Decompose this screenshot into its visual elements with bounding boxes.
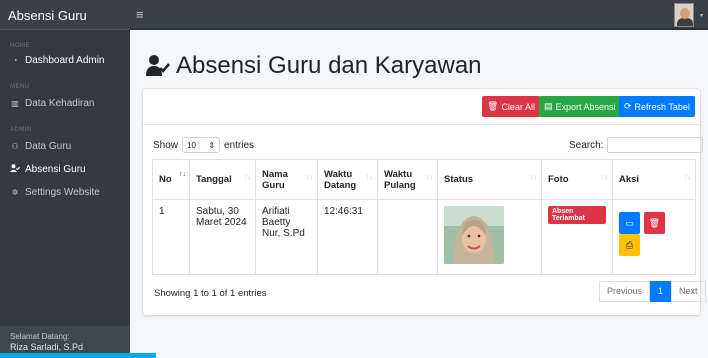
page-1-button[interactable]: 1 <box>650 281 672 302</box>
cell-tanggal: Sabtu, 30 Maret 2024 <box>189 199 256 275</box>
user-name: Riza Sarladi, S.Pd <box>10 342 84 352</box>
status-badge: Absen Terlambat <box>548 206 606 224</box>
cell-foto: Absen Terlambat <box>541 199 613 275</box>
column-header-aksi[interactable]: Aksi ↑↓ <box>612 159 696 200</box>
trash-icon: 🗑 <box>648 218 660 228</box>
gear-icon: ✲ <box>11 188 19 197</box>
cell-aksi: ▭ 🗑 ⎙ <box>612 199 696 275</box>
sort-icon: ↑↓ <box>244 174 251 181</box>
sidebar-item-label: Data Guru <box>25 141 72 152</box>
trash-icon: 🗑 <box>487 101 499 111</box>
select-arrows-icon: ⇕ <box>208 140 216 150</box>
sidebar-item-settings[interactable]: ✲ Settings Website <box>0 183 130 202</box>
column-header-waktu-pulang[interactable]: Waktu Pulang ↑↓ <box>377 159 438 200</box>
refresh-button[interactable]: ⟳ Refresh Tabel <box>619 96 695 117</box>
sort-icon: ↑↓ <box>530 174 537 181</box>
sidebar-footer: Selamat Datang: Riza Sarladi, S.Pd <box>0 326 156 358</box>
sidebar-item-data-guru[interactable]: ⚇ Data Guru <box>0 137 130 156</box>
export-label: Export Absensi <box>555 101 616 112</box>
entries-select[interactable]: 10 ⇕ <box>182 137 221 153</box>
sidebar-item-label: Data Kehadiran <box>25 98 95 109</box>
cell-status <box>437 199 542 275</box>
brand-title[interactable]: Absensi Guru <box>0 0 130 30</box>
attendance-table: No ↑↓ Tanggal ↑↓ Nama Guru ↑↓ Waktu Datang ↑… <box>152 159 696 275</box>
sort-icon: ↑↓ <box>306 174 313 181</box>
welcome-label: Selamat Datang: <box>10 332 70 341</box>
id-card-icon: ▭ <box>625 218 634 228</box>
detail-button[interactable]: ▭ <box>619 212 640 234</box>
user-check-icon <box>146 55 170 77</box>
delete-button[interactable]: 🗑 <box>643 212 665 234</box>
page-title: Absensi Guru dan Karyawan <box>146 52 482 80</box>
card-header: 🗑 Clear All ▤ Export Absensi ⟳ Refresh T… <box>143 89 700 125</box>
previous-button[interactable]: Previous <box>599 281 651 302</box>
sidebar: Absensi Guru HOME ◔ Dashboard Admin MENU… <box>0 0 156 358</box>
entries-label: entries <box>224 139 255 151</box>
sidebar-item-dashboard[interactable]: ◔ Dashboard Admin <box>0 51 130 70</box>
cell-nama: Arifiati Baetty Nur, S.Pd <box>255 199 318 275</box>
show-label: Show <box>153 139 179 151</box>
sidebar-item-data-kehadiran[interactable]: ▥ Data Kehadiran <box>0 94 130 113</box>
pagination: Previous 1 Next <box>599 281 706 302</box>
chart-icon: ▥ <box>11 99 19 108</box>
column-header-tanggal[interactable]: Tanggal ↑↓ <box>189 159 256 200</box>
cell-datang: 12:46:31 <box>317 199 378 275</box>
sidebar-item-label: Settings Website <box>25 187 100 198</box>
export-button[interactable]: ▤ Export Absensi <box>539 96 621 117</box>
dashboard-icon: ◔ <box>12 56 18 65</box>
file-icon: ▤ <box>544 101 553 111</box>
top-navbar: ≡ ▾ <box>130 0 708 30</box>
clear-all-label: Clear All <box>501 101 535 112</box>
search-label: Search: <box>569 139 604 151</box>
table-row: 1 Sabtu, 30 Maret 2024 Arifiati Baetty N… <box>152 199 696 275</box>
sidebar-item-label: Dashboard Admin <box>25 55 105 66</box>
table-info: Showing 1 to 1 of 1 entries <box>154 288 267 299</box>
cell-no: 1 <box>152 199 190 275</box>
next-button[interactable]: Next <box>671 281 706 302</box>
sort-icon: ↑↓ <box>684 174 691 181</box>
printer-icon: ⎙ <box>625 240 634 250</box>
sort-icon: ↑↓ <box>179 171 186 178</box>
status-bar-strip <box>0 353 156 358</box>
table-header-row: No ↑↓ Tanggal ↑↓ Nama Guru ↑↓ Waktu Datang ↑… <box>152 159 696 200</box>
search-input[interactable] <box>607 137 704 153</box>
column-header-no[interactable]: No ↑↓ <box>152 159 190 200</box>
users-icon: ⚇ <box>11 142 19 151</box>
sort-icon: ↑↓ <box>366 174 373 181</box>
column-header-nama-guru[interactable]: Nama Guru ↑↓ <box>255 159 318 200</box>
user-check-icon <box>10 164 21 175</box>
column-header-foto[interactable]: Foto ↑↓ <box>541 159 613 200</box>
refresh-label: Refresh Tabel <box>634 101 690 112</box>
avatar[interactable] <box>674 3 694 27</box>
sidebar-section-menu: MENU <box>10 84 30 90</box>
menu-toggle-icon[interactable]: ≡ <box>136 7 144 22</box>
print-button[interactable]: ⎙ <box>619 234 640 256</box>
refresh-icon: ⟳ <box>624 101 632 111</box>
clear-all-button[interactable]: 🗑 Clear All <box>482 96 540 117</box>
sidebar-item-absensi-guru[interactable]: Absensi Guru <box>0 160 130 179</box>
sort-icon: ↑↓ <box>601 174 608 181</box>
length-control: Show 10 ⇕ entries <box>153 137 254 153</box>
chevron-down-icon[interactable]: ▾ <box>700 12 703 19</box>
cell-pulang <box>377 199 438 275</box>
column-header-waktu-datang[interactable]: Waktu Datang ↑↓ <box>317 159 378 200</box>
sidebar-item-label: Absensi Guru <box>25 164 86 175</box>
entries-value: 10 <box>187 140 196 150</box>
page-title-text: Absensi Guru dan Karyawan <box>176 52 482 79</box>
column-header-status[interactable]: Status ↑↓ <box>437 159 542 200</box>
sort-icon: ↑↓ <box>426 174 433 181</box>
selfie-photo[interactable] <box>444 206 504 264</box>
sidebar-section-admin: ADMIN <box>10 127 32 133</box>
sidebar-section-home: HOME <box>10 43 30 49</box>
search-control: Search: <box>569 137 704 153</box>
